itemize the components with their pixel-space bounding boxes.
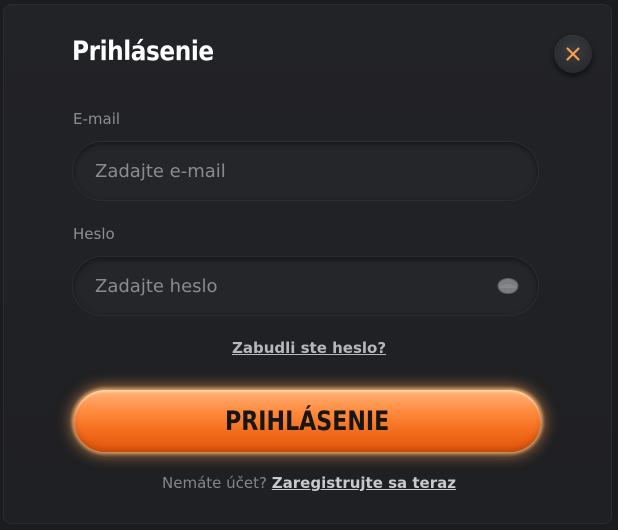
- show-password-toggle[interactable]: [496, 275, 520, 297]
- close-button[interactable]: [554, 35, 592, 73]
- forgot-password-link[interactable]: Zabudli ste heslo?: [0, 339, 618, 357]
- login-button[interactable]: PRIHLÁSENIE: [74, 390, 541, 452]
- password-field-wrapper: [73, 257, 538, 315]
- login-button-label: PRIHLÁSENIE: [225, 405, 390, 437]
- register-prompt-row: Nemáte účet? Zaregistrujte sa teraz: [0, 474, 618, 492]
- dialog-title: Prihlásenie: [72, 36, 214, 67]
- email-label: E-mail: [73, 110, 121, 128]
- register-prompt-text: Nemáte účet?: [162, 474, 267, 492]
- password-field[interactable]: [73, 257, 538, 315]
- close-icon: [566, 47, 580, 61]
- email-field[interactable]: [73, 142, 538, 200]
- eye-icon: [497, 278, 519, 294]
- register-link[interactable]: Zaregistrujte sa teraz: [272, 474, 456, 492]
- email-field-wrapper: [73, 142, 538, 200]
- password-label: Heslo: [73, 225, 115, 243]
